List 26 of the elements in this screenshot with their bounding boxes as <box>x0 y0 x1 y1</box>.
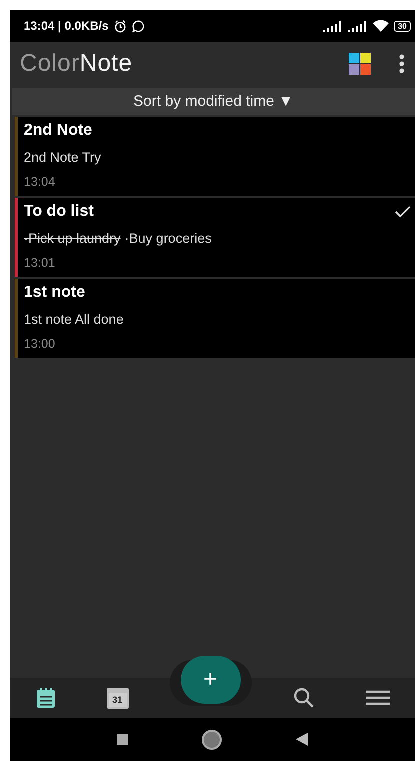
sort-button[interactable]: Sort by modified time ▼ <box>12 88 415 115</box>
battery-icon: 30 <box>394 20 411 32</box>
note-time: 13:04 <box>24 175 56 189</box>
note-card[interactable]: To do list ·Pick up laundry ·Buy groceries 13:01 <box>15 198 415 277</box>
note-preview: 2nd Note Try <box>24 150 102 165</box>
note-time: 13:00 <box>24 337 56 351</box>
note-time: 13:01 <box>24 256 56 270</box>
back-key[interactable] <box>296 733 308 746</box>
app-logo: ColorNote <box>20 50 133 78</box>
chat-icon <box>132 20 145 32</box>
color-grid-icon[interactable] <box>349 53 371 75</box>
note-title: To do list <box>24 203 94 221</box>
status-time: 13:04 | 0.0KB/s <box>24 19 109 33</box>
note-card[interactable]: 2nd Note 2nd Note Try 13:04 <box>15 117 415 196</box>
more-icon[interactable] <box>399 54 405 74</box>
signal-icon <box>348 20 368 32</box>
checklist-item: ·Pick up laundry <box>24 231 121 246</box>
note-card[interactable]: 1st note 1st note All done 13:00 <box>15 279 415 358</box>
alarm-icon <box>114 20 127 32</box>
signal-icon <box>323 20 344 32</box>
checklist-item: ·Buy groceries <box>124 231 212 246</box>
note-title: 1st note <box>24 284 86 302</box>
home-key[interactable] <box>202 730 222 750</box>
note-preview: 1st note All done <box>24 312 124 327</box>
wifi-icon <box>373 20 390 32</box>
note-title: 2nd Note <box>24 122 92 140</box>
